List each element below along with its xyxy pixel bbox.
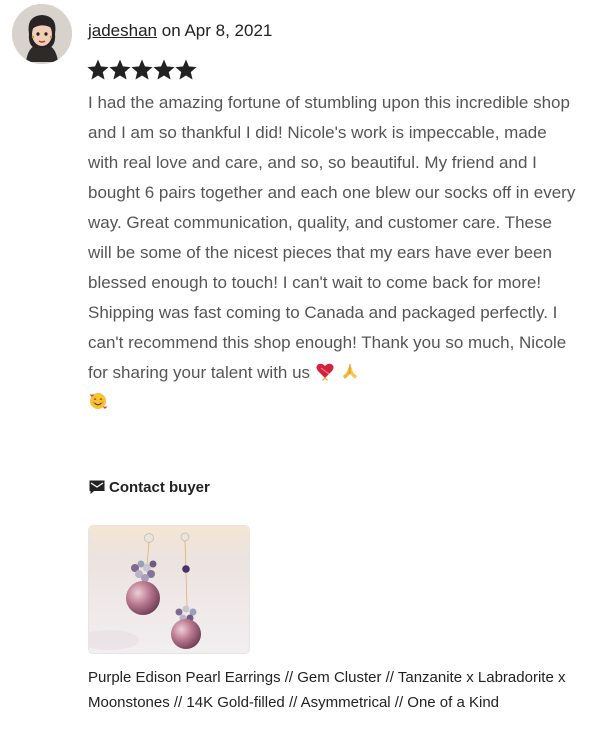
reviewer-username[interactable]: jadeshan: [88, 21, 157, 40]
listing-thumbnail[interactable]: [89, 526, 249, 653]
smiling-face-with-hearts-emoji: [88, 391, 108, 411]
heart-with-ribbon-emoji: [315, 361, 335, 381]
contact-buyer-button[interactable]: Contact buyer: [88, 478, 210, 496]
star-icon: [153, 59, 175, 81]
message-icon: [88, 478, 109, 496]
star-icon: [131, 59, 153, 81]
contact-buyer-label: Contact buyer: [109, 478, 210, 496]
star-rating: [87, 59, 197, 81]
review-date: Apr 8, 2021: [184, 21, 273, 40]
review-date-prefix: on: [161, 21, 181, 40]
star-icon: [109, 59, 131, 81]
review-text-block: I had the amazing fortune of stumbling u…: [88, 88, 578, 418]
listing-title[interactable]: Purple Edison Pearl Earrings // Gem Clus…: [88, 665, 578, 715]
review-byline: jadeshan on Apr 8, 2021: [88, 19, 272, 43]
folded-hands-emoji: [340, 361, 360, 381]
avatar[interactable]: [12, 4, 72, 64]
review-text: I had the amazing fortune of stumbling u…: [88, 93, 576, 382]
star-icon: [175, 59, 197, 81]
star-icon: [87, 59, 109, 81]
